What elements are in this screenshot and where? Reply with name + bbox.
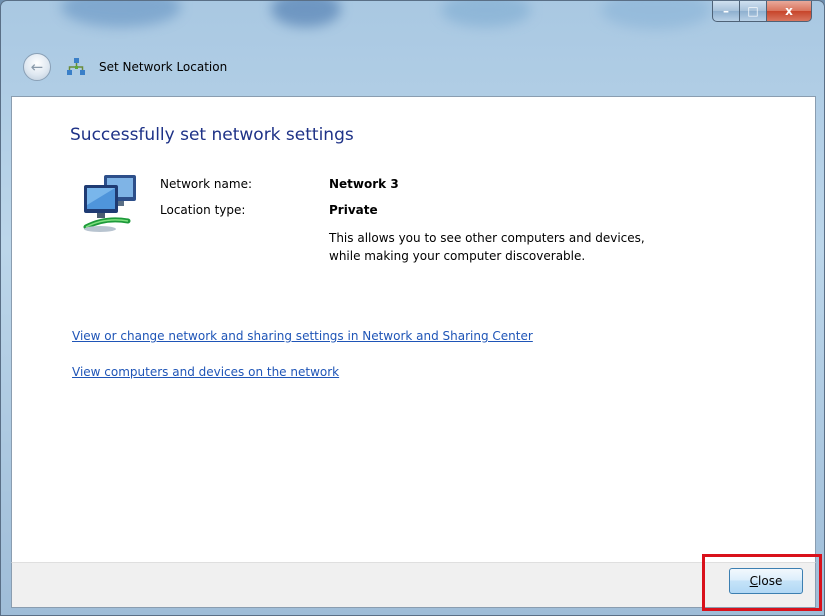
view-computers-link[interactable]: View computers and devices on the networ… — [72, 365, 339, 379]
location-type-label: Location type: — [160, 203, 246, 217]
close-button[interactable]: Close — [729, 568, 803, 594]
close-accesskey: C — [749, 574, 759, 588]
location-type-description: This allows you to see other computers a… — [329, 231, 645, 263]
window: – □ x ← Set Network Location Successfull… — [0, 0, 825, 616]
page-heading: Successfully set network settings — [70, 125, 354, 145]
footer-bar — [11, 562, 816, 608]
network-name-value: Network 3 — [329, 177, 399, 191]
back-button[interactable]: ← — [23, 53, 51, 81]
title-bar[interactable]: – □ x — [1, 1, 824, 41]
navigation-bar: ← Set Network Location — [1, 47, 824, 87]
network-icon — [67, 58, 85, 75]
maximize-button[interactable]: □ — [740, 1, 767, 22]
network-sharing-center-link[interactable]: View or change network and sharing setti… — [72, 329, 533, 343]
close-icon: x — [785, 4, 793, 18]
close-label: lose — [758, 574, 783, 588]
location-type-value: Private — [329, 203, 378, 217]
window-title: Set Network Location — [99, 60, 228, 74]
network-name-label: Network name: — [160, 177, 252, 191]
content-panel: Successfully set network settings Networ… — [11, 96, 816, 562]
back-arrow-icon: ← — [30, 57, 44, 76]
caption-buttons: – □ x — [712, 1, 812, 22]
minimize-button[interactable]: – — [712, 1, 740, 22]
minimize-icon: – — [723, 4, 729, 18]
close-window-button[interactable]: x — [767, 1, 812, 22]
maximize-icon: □ — [747, 4, 759, 18]
network-computers-icon — [83, 175, 136, 232]
